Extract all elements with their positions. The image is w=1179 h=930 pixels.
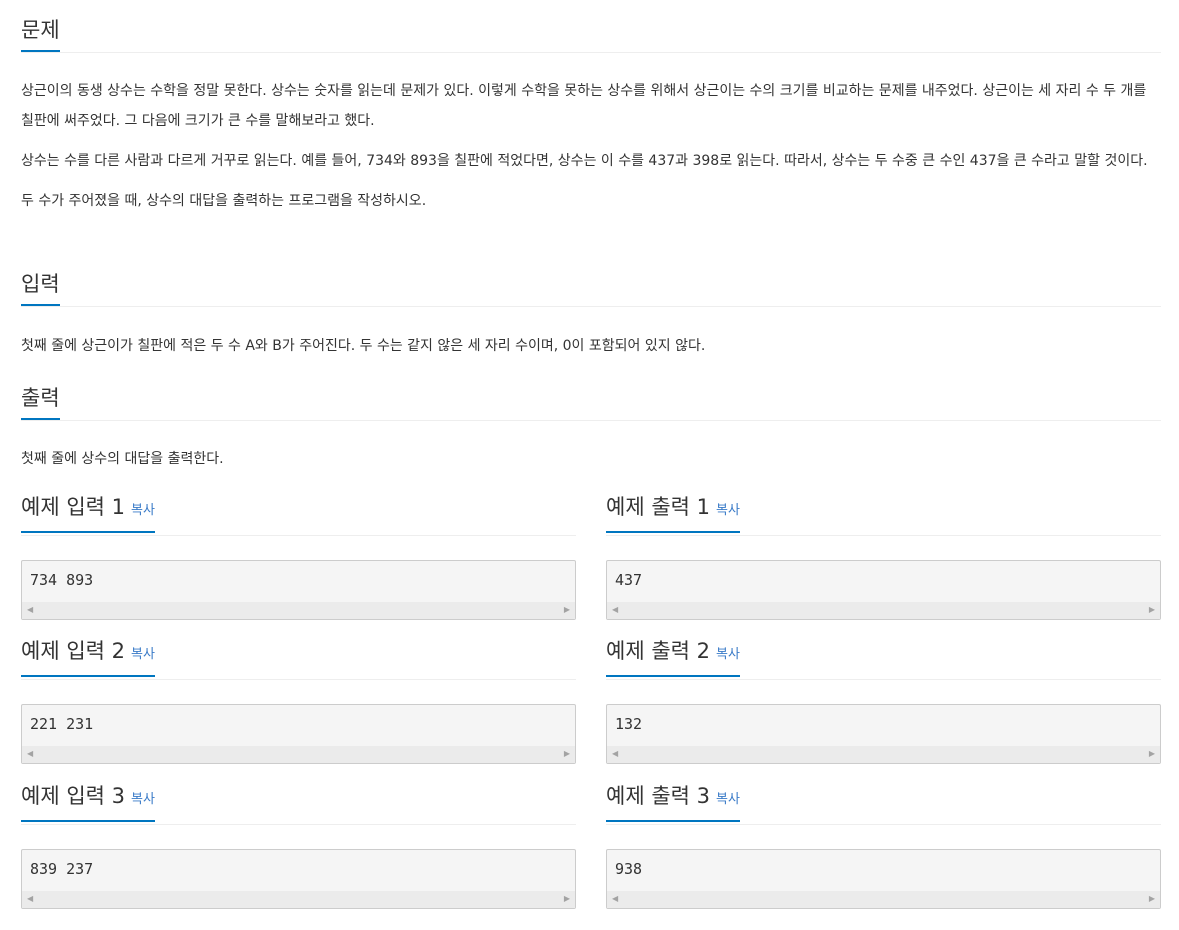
- sample-output-3: 예제 출력 3 복사 938 ◀ ▶: [606, 777, 1161, 909]
- scroll-right-icon[interactable]: ▶: [1149, 894, 1155, 904]
- sample-input-box[interactable]: 221 231 ◀ ▶: [21, 704, 576, 764]
- sample-input-header: 예제 입력 1 복사: [21, 488, 576, 536]
- sample-input-1: 예제 입력 1 복사 734 893 ◀ ▶: [21, 488, 576, 620]
- sample-input-box[interactable]: 734 893 ◀ ▶: [21, 560, 576, 620]
- copy-button[interactable]: 복사: [716, 647, 740, 662]
- sample-input-header: 예제 입력 3 복사: [21, 777, 576, 825]
- scroll-left-icon[interactable]: ◀: [612, 749, 618, 759]
- problem-section-header: 문제: [21, 0, 1161, 53]
- scroll-right-icon[interactable]: ▶: [564, 894, 570, 904]
- copy-button[interactable]: 복사: [716, 792, 740, 807]
- sample-output-box[interactable]: 437 ◀ ▶: [606, 560, 1161, 620]
- scroll-left-icon[interactable]: ◀: [27, 749, 33, 759]
- sample-output-2: 예제 출력 2 복사 132 ◀ ▶: [606, 632, 1161, 764]
- copy-button[interactable]: 복사: [131, 503, 155, 518]
- sample-input-title: 예제 입력 1: [21, 495, 125, 519]
- scroll-right-icon[interactable]: ▶: [1149, 605, 1155, 615]
- sample-output-box[interactable]: 938 ◀ ▶: [606, 849, 1161, 909]
- sample-input-3: 예제 입력 3 복사 839 237 ◀ ▶: [21, 777, 576, 909]
- sample-input-value: 734 893: [30, 571, 94, 589]
- sample-input-value: 221 231: [30, 715, 94, 733]
- scroll-left-icon[interactable]: ◀: [612, 894, 618, 904]
- sample-output-box[interactable]: 132 ◀ ▶: [606, 704, 1161, 764]
- sample-output-value: 437: [615, 571, 643, 589]
- horizontal-scrollbar[interactable]: ◀ ▶: [607, 891, 1160, 908]
- problem-paragraph-3: 두 수가 주어졌을 때, 상수의 대답을 출력하는 프로그램을 작성하시오.: [21, 193, 427, 209]
- sample-output-header: 예제 출력 3 복사: [606, 777, 1161, 825]
- copy-button[interactable]: 복사: [131, 647, 155, 662]
- horizontal-scrollbar[interactable]: ◀ ▶: [22, 602, 575, 619]
- output-section-header: 출력: [21, 368, 1161, 421]
- input-section-header: 입력: [21, 254, 1161, 307]
- scroll-right-icon[interactable]: ▶: [564, 605, 570, 615]
- horizontal-scrollbar[interactable]: ◀ ▶: [607, 746, 1160, 763]
- problem-paragraph-2: 상수는 수를 다른 사람과 다르게 거꾸로 읽는다. 예를 들어, 734와 8…: [21, 153, 1148, 169]
- sample-input-box[interactable]: 839 237 ◀ ▶: [21, 849, 576, 909]
- horizontal-scrollbar[interactable]: ◀ ▶: [22, 891, 575, 908]
- problem-paragraph-1: 상근이의 동생 상수는 수학을 정말 못한다. 상수는 숫자를 읽는데 문제가 …: [21, 83, 1147, 129]
- sample-output-title: 예제 출력 3: [606, 784, 710, 808]
- copy-button[interactable]: 복사: [131, 792, 155, 807]
- sample-output-header: 예제 출력 2 복사: [606, 632, 1161, 680]
- input-heading: 입력: [21, 271, 60, 306]
- sample-input-header: 예제 입력 2 복사: [21, 632, 576, 680]
- scroll-left-icon[interactable]: ◀: [27, 894, 33, 904]
- sample-output-value: 132: [615, 715, 643, 733]
- sample-input-title: 예제 입력 2: [21, 639, 125, 663]
- output-description: 첫째 줄에 상수의 대답을 출력한다.: [21, 451, 224, 467]
- sample-input-2: 예제 입력 2 복사 221 231 ◀ ▶: [21, 632, 576, 764]
- horizontal-scrollbar[interactable]: ◀ ▶: [607, 602, 1160, 619]
- horizontal-scrollbar[interactable]: ◀ ▶: [22, 746, 575, 763]
- sample-output-1: 예제 출력 1 복사 437 ◀ ▶: [606, 488, 1161, 620]
- problem-description: 상근이의 동생 상수는 수학을 정말 못한다. 상수는 숫자를 읽는데 문제가 …: [21, 76, 1161, 216]
- copy-button[interactable]: 복사: [716, 503, 740, 518]
- sample-output-title: 예제 출력 1: [606, 495, 710, 519]
- scroll-right-icon[interactable]: ▶: [1149, 749, 1155, 759]
- input-description: 첫째 줄에 상근이가 칠판에 적은 두 수 A와 B가 주어진다. 두 수는 같…: [21, 338, 706, 354]
- output-heading: 출력: [21, 385, 60, 420]
- scroll-left-icon[interactable]: ◀: [612, 605, 618, 615]
- sample-input-title: 예제 입력 3: [21, 784, 125, 808]
- scroll-right-icon[interactable]: ▶: [564, 749, 570, 759]
- sample-input-value: 839 237: [30, 860, 94, 878]
- sample-output-title: 예제 출력 2: [606, 639, 710, 663]
- sample-output-header: 예제 출력 1 복사: [606, 488, 1161, 536]
- scroll-left-icon[interactable]: ◀: [27, 605, 33, 615]
- sample-output-value: 938: [615, 860, 643, 878]
- problem-heading: 문제: [21, 17, 60, 52]
